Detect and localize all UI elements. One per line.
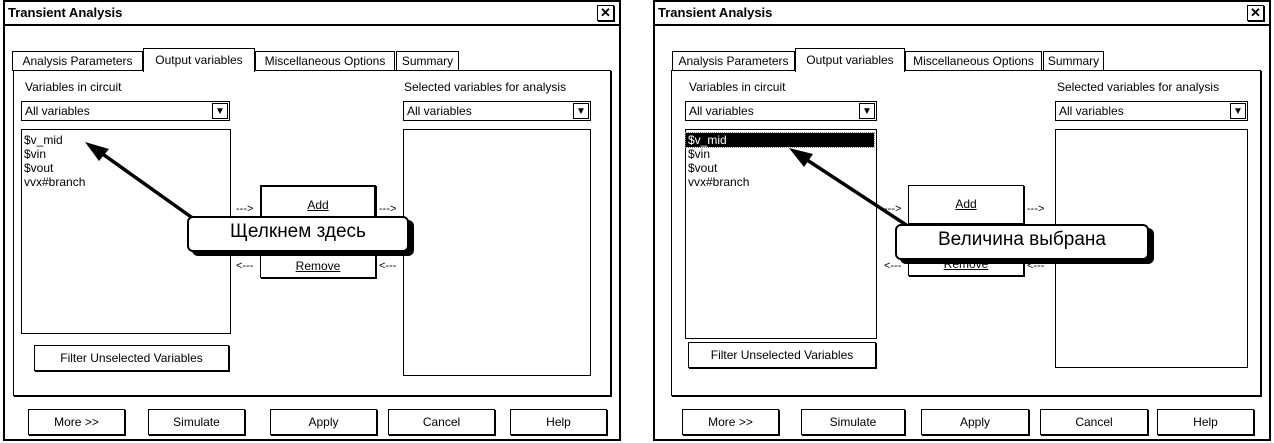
callout-value-selected: Величина выбрана [895,224,1149,260]
callout-text: Щелкнем здесь [230,221,366,242]
callout-click-here: Щелкнем здесь [187,216,409,252]
callout-text: Величина выбрана [938,229,1106,250]
pointer-arrow [789,148,918,234]
transient-analysis-dialog-left: Transient Analysis ✕ Analysis Parameters… [3,0,621,441]
transient-analysis-dialog-right: Transient Analysis ✕ Analysis Parameters… [653,0,1271,441]
